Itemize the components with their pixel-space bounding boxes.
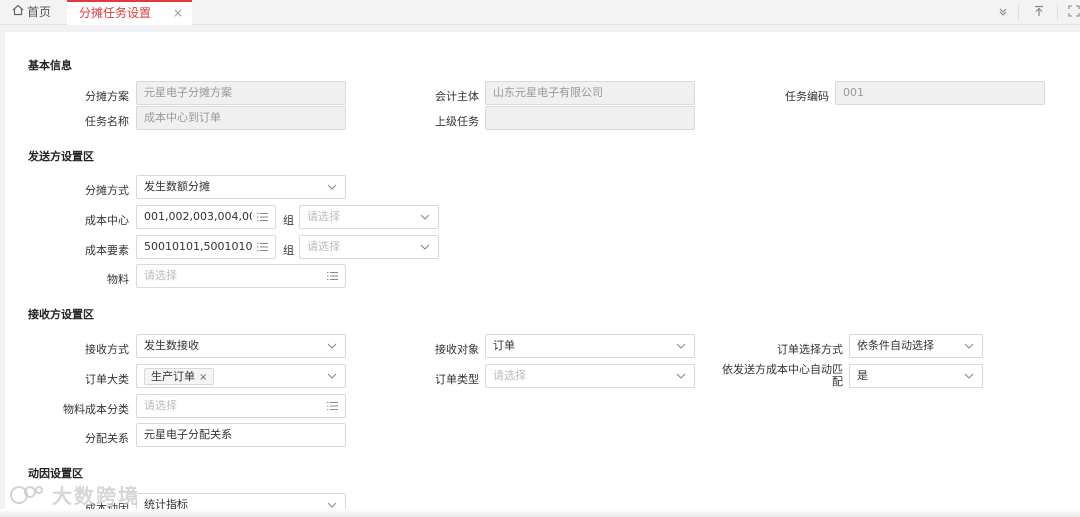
- receiver-object-label: 接收对象: [435, 343, 479, 356]
- receiver-method-value: 发生数接收: [144, 339, 199, 352]
- task-name-value: 成本中心到订单: [144, 111, 221, 124]
- scheme-label: 分摊方案: [85, 90, 129, 103]
- cost-element-value: 50010101,50010102,: [144, 240, 252, 253]
- material-cost-category-input[interactable]: 请选择: [136, 394, 346, 418]
- section-receiver-title: 接收方设置区: [28, 308, 94, 321]
- order-select-method-label: 订单选择方式: [777, 343, 843, 356]
- order-category-label: 订单大类: [85, 373, 129, 386]
- entity-field: 山东元星电子有限公司: [485, 81, 695, 105]
- tag-remove-icon[interactable]: ×: [199, 372, 207, 383]
- double-chevron-down-icon[interactable]: [995, 5, 1011, 21]
- cost-center-group-placeholder: 请选择: [307, 210, 340, 223]
- order-select-method-select[interactable]: 依条件自动选择: [849, 334, 983, 358]
- cost-element-group-label: 组: [283, 244, 294, 257]
- chevron-down-icon: [676, 365, 686, 387]
- order-category-tag: 生产订单 ×: [144, 368, 215, 385]
- watermark-logo-icon: [8, 484, 46, 511]
- allocation-relation-value: 元星电子分配关系: [144, 428, 232, 441]
- auto-match-label-line1: 依发送方成本中心自动匹: [722, 363, 843, 376]
- sender-material-label: 物料: [107, 273, 129, 286]
- entity-label: 会计主体: [435, 90, 479, 103]
- sender-material-input[interactable]: 请选择: [136, 264, 346, 288]
- watermark: 大数跨境: [8, 480, 140, 510]
- order-type-placeholder: 请选择: [493, 369, 526, 382]
- receiver-object-select[interactable]: 订单: [485, 334, 695, 358]
- section-basic-title: 基本信息: [28, 59, 72, 72]
- cost-element-input[interactable]: 50010101,50010102,: [136, 235, 276, 259]
- order-type-select[interactable]: 请选择: [485, 364, 695, 388]
- watermark-text: 大数跨境: [52, 484, 140, 508]
- tab-bar: 首页 分摊任务设置 ×: [0, 0, 1080, 25]
- code-value: 001: [843, 86, 864, 99]
- task-name-field: 成本中心到订单: [136, 106, 346, 130]
- chevron-down-icon: [327, 176, 337, 198]
- list-icon[interactable]: [257, 236, 268, 258]
- sender-method-label: 分摊方式: [85, 184, 129, 197]
- material-cost-category-label: 物料成本分类: [63, 403, 129, 416]
- allocation-relation-label: 分配关系: [85, 432, 129, 445]
- close-icon[interactable]: ×: [173, 2, 183, 25]
- entity-value: 山东元星电子有限公司: [493, 86, 603, 99]
- form-panel: 基本信息 分摊方案 元星电子分摊方案 会计主体 山东元星电子有限公司 任务编码 …: [5, 32, 1080, 517]
- order-category-tag-label: 生产订单: [151, 370, 195, 383]
- chevron-down-icon: [964, 335, 974, 357]
- cost-center-label: 成本中心: [85, 214, 129, 227]
- receiver-method-select[interactable]: 发生数接收: [136, 334, 346, 358]
- tab-allocation-task-settings[interactable]: 分摊任务设置 ×: [67, 0, 192, 25]
- chevron-down-icon: [676, 335, 686, 357]
- auto-match-value: 是: [857, 369, 868, 382]
- cost-element-group-placeholder: 请选择: [307, 240, 340, 253]
- scheme-field: 元星电子分摊方案: [136, 81, 346, 105]
- code-label: 任务编码: [785, 90, 829, 103]
- sender-method-select[interactable]: 发生数额分摊: [136, 175, 346, 199]
- cost-element-group-select[interactable]: 请选择: [299, 235, 439, 259]
- allocation-relation-select[interactable]: 元星电子分配关系: [136, 423, 346, 447]
- home-icon: [12, 0, 24, 25]
- chevron-down-icon: [420, 236, 430, 258]
- toolbar-divider: [1057, 5, 1058, 20]
- chevron-down-icon: [327, 365, 337, 387]
- receiver-method-label: 接收方式: [85, 343, 129, 356]
- toolbar-divider: [1018, 5, 1019, 20]
- auto-match-label: 依发送方成本中心自动匹 配: [713, 364, 843, 388]
- parent-task-label: 上级任务: [435, 115, 479, 128]
- auto-match-select[interactable]: 是: [849, 364, 983, 388]
- auto-match-label-line2: 配: [832, 375, 843, 388]
- list-icon[interactable]: [327, 265, 338, 287]
- receiver-object-value: 订单: [493, 339, 515, 352]
- list-icon[interactable]: [257, 206, 268, 228]
- cost-center-group-select[interactable]: 请选择: [299, 205, 439, 229]
- cost-element-label: 成本要素: [85, 244, 129, 257]
- tab-home[interactable]: 首页: [12, 0, 51, 25]
- sender-material-placeholder: 请选择: [144, 269, 177, 282]
- bottom-edge: [0, 509, 1080, 517]
- fullscreen-icon[interactable]: [1066, 5, 1080, 21]
- upload-icon[interactable]: [1031, 5, 1047, 21]
- tab-home-label: 首页: [27, 5, 52, 19]
- chevron-down-icon: [964, 365, 974, 387]
- section-sender-title: 发送方设置区: [28, 150, 94, 163]
- parent-task-field: [485, 106, 695, 130]
- cost-center-group-label: 组: [283, 214, 294, 227]
- tab-active-label: 分摊任务设置: [79, 6, 152, 20]
- list-icon[interactable]: [327, 395, 338, 417]
- cost-center-input[interactable]: 001,002,003,004,005: [136, 205, 276, 229]
- cost-center-value: 001,002,003,004,005: [144, 210, 252, 223]
- order-type-label: 订单类型: [435, 373, 479, 386]
- sender-method-value: 发生数额分摊: [144, 180, 210, 193]
- section-driver-title: 动因设置区: [28, 467, 83, 480]
- chevron-down-icon: [327, 335, 337, 357]
- task-name-label: 任务名称: [85, 115, 129, 128]
- scheme-value: 元星电子分摊方案: [144, 86, 232, 99]
- order-select-method-value: 依条件自动选择: [857, 339, 934, 352]
- code-field: 001: [835, 81, 1045, 105]
- chevron-down-icon: [420, 206, 430, 228]
- order-category-select[interactable]: 生产订单 ×: [136, 364, 346, 388]
- material-cost-category-placeholder: 请选择: [144, 399, 177, 412]
